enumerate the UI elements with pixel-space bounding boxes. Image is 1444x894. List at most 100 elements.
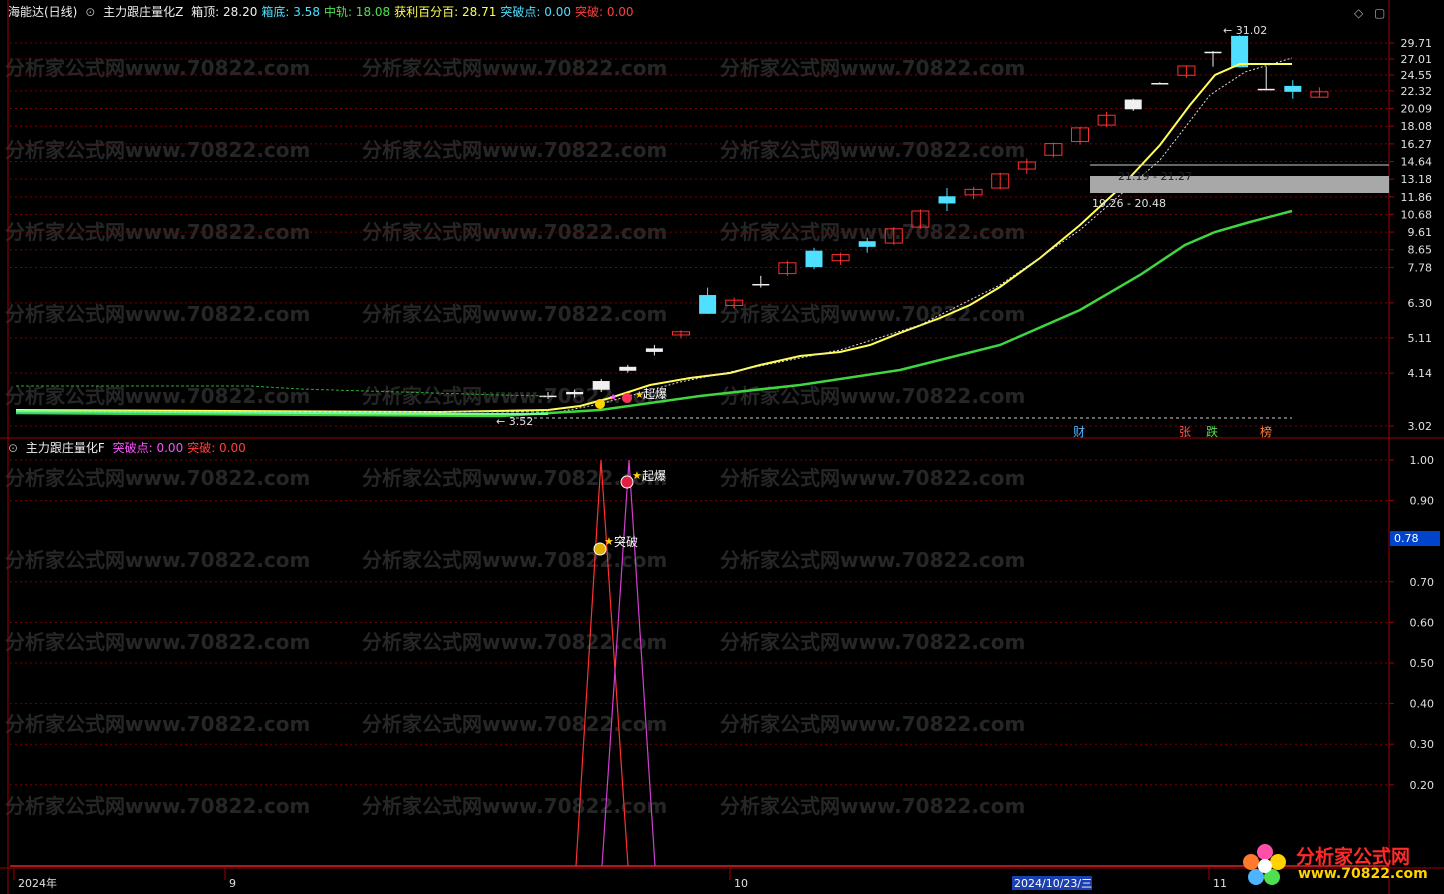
watermark-text: 分析家公式网www.70822.com: [362, 712, 667, 736]
date-label: 2024年: [18, 876, 57, 890]
watermark-text: 分析家公式网www.70822.com: [5, 56, 310, 80]
osc-tick-label: 0.40: [1410, 698, 1435, 711]
watermark-text: 分析家公式网www.70822.com: [5, 138, 310, 162]
candle-body: [805, 250, 823, 268]
watermark-text: 分析家公式网www.70822.com: [5, 712, 310, 736]
price-tick-label: 29.71: [1401, 37, 1433, 50]
candle-body: [1231, 35, 1249, 68]
candle-body: [1257, 88, 1275, 91]
collapse-icon[interactable]: ⊙: [85, 5, 95, 19]
event-marker: 张: [1179, 425, 1191, 439]
candle-body: [699, 295, 717, 314]
osc-tick-label: 0.30: [1410, 738, 1435, 751]
price-tick-label: 9.61: [1408, 226, 1433, 239]
watermark-text: 分析家公式网www.70822.com: [362, 56, 667, 80]
qibao-label: 起爆: [643, 387, 667, 401]
price-tick-label: 11.86: [1401, 191, 1433, 204]
logo-url: www.70822.com: [1298, 866, 1428, 882]
candle-body: [1284, 85, 1302, 92]
watermark-text: 分析家公式网www.70822.com: [362, 794, 667, 818]
candle-body: [938, 196, 956, 204]
qibao-osc-label: 起爆: [642, 469, 666, 483]
watermark-text: 分析家公式网www.70822.com: [5, 630, 310, 654]
site-logo: 分析家公式网 www.70822.com: [1238, 840, 1438, 888]
watermark-text: 分析家公式网www.70822.com: [720, 794, 1025, 818]
osc-tick-label: 0.60: [1410, 616, 1435, 629]
price-tick-label: 3.02: [1408, 420, 1433, 433]
osc-tick-label: 0.70: [1410, 576, 1435, 589]
candle-body: [592, 381, 610, 390]
collapse-icon[interactable]: ⊙: [8, 441, 18, 455]
watermark-text: 分析家公式网www.70822.com: [362, 302, 667, 326]
candle-body: [752, 283, 770, 286]
scroll-icon[interactable]: ▢: [1374, 6, 1385, 20]
star-icon: ★: [604, 535, 614, 548]
star-icon: ★: [609, 393, 617, 403]
price-tick-label: 27.01: [1401, 53, 1433, 66]
top-indicator-item: 中轨: 18.08: [323, 5, 391, 19]
osc-tick-label: 1.00: [1410, 454, 1435, 467]
watermark-text: 分析家公式网www.70822.com: [720, 712, 1025, 736]
bottom-indicator-header: ⊙ 主力跟庄量化F 突破点: 0.00 突破: 0.00: [8, 441, 254, 455]
watermark-text: 分析家公式网www.70822.com: [5, 302, 310, 326]
top-indicator-item: 突破点: 0.00: [500, 5, 571, 19]
top-indicator-item: 箱底: 3.58: [261, 5, 320, 19]
indicator-values: 箱顶: 28.20 箱底: 3.58 中轨: 18.08 获利百分百: 28.71 突破…: [191, 5, 637, 19]
watermark-text: 分析家公式网www.70822.com: [362, 466, 667, 490]
signal-ball-icon: [622, 393, 632, 403]
chart-window: 分析家公式网www.70822.com 分析家公式网www.70822.com 分析…: [0, 0, 1444, 894]
candle-body: [619, 366, 637, 371]
bottom-indicator-item: 突破: 0.00: [187, 441, 246, 455]
price-tick-label: 20.09: [1401, 103, 1433, 116]
watermark-text: 分析家公式网www.70822.com: [720, 56, 1025, 80]
money-bag-icon: [595, 399, 605, 409]
price-tick-label: 6.30: [1408, 297, 1433, 310]
flower-icon: [1243, 844, 1286, 885]
candle-body: [858, 241, 876, 247]
candle-body: [1204, 51, 1222, 54]
top-indicator-item: 突破: 0.00: [574, 5, 634, 19]
watermark-text: 分析家公式网www.70822.com: [720, 466, 1025, 490]
osc-tick-label: 0.50: [1410, 657, 1435, 670]
price-tick-label: 14.64: [1401, 156, 1433, 169]
watermark-text: 分析家公式网www.70822.com: [362, 138, 667, 162]
watermark-text: 分析家公式网www.70822.com: [5, 466, 310, 490]
price-tick-label: 22.32: [1401, 85, 1433, 98]
watermark-text: 分析家公式网www.70822.com: [362, 384, 667, 408]
osc-current-label: 0.78: [1394, 532, 1419, 545]
candle-body: [1124, 99, 1142, 110]
price-tick-label: 5.11: [1408, 332, 1433, 345]
diamond-icon[interactable]: ◇: [1354, 6, 1363, 20]
top-indicator-header: 海能达(日线) ⊙ 主力跟庄量化Z 箱顶: 28.20 箱底: 3.58 中轨: 1…: [8, 5, 642, 19]
watermark-text: 分析家公式网www.70822.com: [720, 302, 1025, 326]
date-cursor-label: 2024/10/23/三: [1014, 877, 1092, 890]
watermark-text: 分析家公式网www.70822.com: [5, 384, 310, 408]
candle-body: [566, 391, 584, 395]
price-tick-label: 10.68: [1401, 208, 1433, 221]
date-label: 10: [734, 877, 748, 890]
indicator-name[interactable]: 主力跟庄量化F: [26, 441, 105, 455]
watermark-text: 分析家公式网www.70822.com: [5, 548, 310, 572]
watermark-text: 分析家公式网www.70822.com: [5, 794, 310, 818]
price-tick-label: 18.08: [1401, 120, 1433, 133]
top-indicator-item: 箱顶: 28.20: [191, 5, 258, 19]
stock-title[interactable]: 海能达(日线): [8, 5, 77, 19]
top-indicator-item: 获利百分百: 28.71: [394, 5, 497, 19]
indicator-name[interactable]: 主力跟庄量化Z: [103, 5, 183, 19]
event-marker: 榜: [1260, 424, 1272, 439]
price-tick-label: 24.55: [1401, 69, 1433, 82]
candle-body: [1151, 82, 1169, 85]
price-tick-label: 13.18: [1401, 173, 1433, 186]
candle-body: [645, 348, 663, 352]
event-marker: 财: [1073, 425, 1085, 439]
watermark-text: 分析家公式网www.70822.com: [720, 548, 1025, 572]
event-marker: 跌: [1206, 424, 1218, 439]
indicator-values: 突破点: 0.00 突破: 0.00: [113, 441, 250, 455]
osc-tick-label: 0.20: [1410, 779, 1435, 792]
logo-text: 分析家公式网: [1296, 846, 1411, 868]
tupo-osc-label: 突破: [614, 534, 638, 549]
price-tick-label: 4.14: [1408, 367, 1433, 380]
price-tick-label: 7.78: [1408, 261, 1433, 274]
watermark-text: 分析家公式网www.70822.com: [362, 630, 667, 654]
osc-tick-label: 0.90: [1410, 495, 1435, 508]
